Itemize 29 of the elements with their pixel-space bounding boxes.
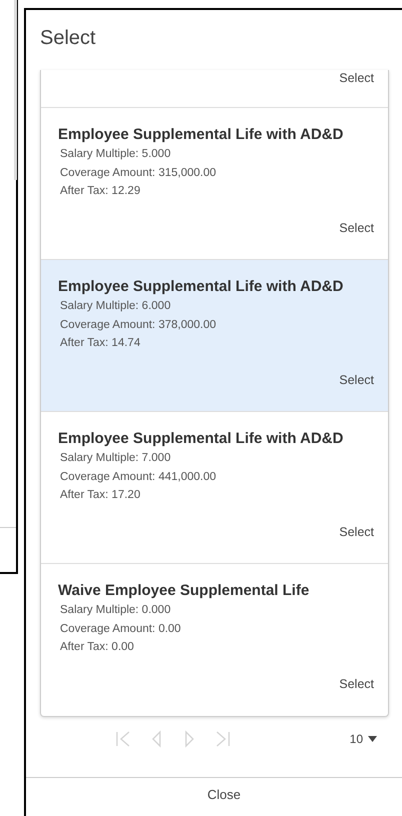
select-link[interactable]: Select: [339, 676, 374, 692]
option-row[interactable]: Waive Employee Supplemental Life Salary Multiple: 0.000 Coverage Amount: 0.00 After Tax: 0.00 Select: [41, 564, 388, 716]
option-row[interactable]: Select: [41, 70, 388, 108]
option-detail: Salary Multiple: 7.000: [59, 451, 172, 466]
option-detail: After Tax: 0.00: [59, 640, 135, 655]
close-button[interactable]: Close: [199, 778, 249, 812]
option-detail: Salary Multiple: 5.000: [59, 147, 172, 162]
option-detail: Salary Multiple: 6.000: [59, 299, 172, 314]
select-link[interactable]: Select: [339, 372, 374, 388]
select-link[interactable]: Select: [339, 220, 374, 236]
option-detail: Salary Multiple: 0.000: [59, 603, 172, 618]
option-row[interactable]: Employee Supplemental Life with AD&D Salary Multiple: 6.000 Coverage Amount: 378,000.00 After Tax: 14.74 Select: [41, 260, 388, 412]
option-detail: Coverage Amount: 0.00: [59, 622, 182, 636]
option-detail: Coverage Amount: 315,000.00: [59, 166, 218, 180]
option-row[interactable]: Employee Supplemental Life with AD&D Salary Multiple: 7.000 Coverage Amount: 441,000.00 After Tax: 17.20 Select: [41, 412, 388, 564]
option-title: Employee Supplemental Life with AD&D: [58, 429, 344, 449]
select-link[interactable]: Select: [339, 524, 374, 540]
select-link[interactable]: Select: [339, 70, 374, 86]
page-size-dropdown[interactable]: 10: [350, 730, 377, 748]
option-detail: Coverage Amount: 378,000.00: [59, 318, 218, 332]
option-detail: Coverage Amount: 441,000.00: [59, 470, 218, 484]
option-detail: After Tax: 12.29: [59, 184, 142, 199]
option-title: Waive Employee Supplemental Life: [58, 581, 310, 601]
option-detail: After Tax: 14.74: [59, 336, 142, 351]
option-title: Employee Supplemental Life with AD&D: [58, 277, 344, 297]
caret-icon: [368, 736, 377, 742]
option-title: Employee Supplemental Life with AD&D: [58, 125, 344, 145]
option-detail: After Tax: 17.20: [59, 488, 142, 503]
dialog-title: Select: [39, 26, 97, 51]
